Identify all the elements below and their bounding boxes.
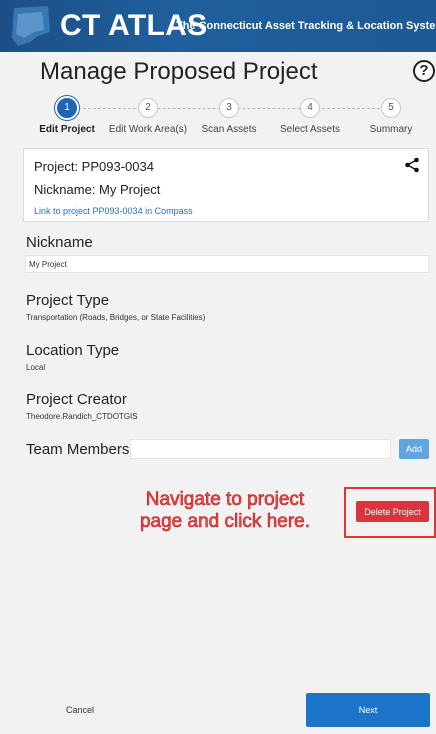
step-scan-assets[interactable]: 3 Scan Assets [184,98,274,135]
instruction-annotation: Navigate to project page and click here. [120,489,330,533]
step-label: Summary [369,124,413,135]
step-label: Scan Assets [201,124,257,135]
team-members-input[interactable] [130,439,391,459]
next-button[interactable]: Next [306,693,430,727]
compass-project-link[interactable]: Link to project PP093-0034 in Compass [34,206,193,216]
step-edit-project[interactable]: 1 Edit Project [22,98,112,135]
app-header: CT ATLAS The Connecticut Asset Tracking … [0,0,436,52]
help-icon[interactable]: ? [413,60,435,82]
step-number: 5 [381,98,401,118]
team-members-label: Team Members [26,441,130,458]
wizard-stepper: 1 Edit Project 2 Edit Work Area(s) 3 Sca… [0,98,436,140]
step-label: Edit Work Area(s) [108,124,188,135]
app-subtitle: The Connecticut Asset Tracking & Locatio… [176,20,436,32]
delete-project-button[interactable]: Delete Project [356,501,429,522]
add-team-member-button[interactable]: Add [399,439,429,459]
step-number: 4 [300,98,320,118]
project-type-label: Project Type [26,292,110,309]
cancel-button[interactable]: Cancel [40,699,120,721]
project-creator-label: Project Creator [26,391,127,408]
step-summary[interactable]: 5 Summary [346,98,436,135]
location-type-label: Location Type [26,342,120,359]
page-title: Manage Proposed Project [40,58,318,85]
nickname-input[interactable] [25,255,429,273]
step-label: Select Assets [279,124,341,135]
share-icon[interactable] [404,157,420,173]
step-edit-work-areas[interactable]: 2 Edit Work Area(s) [103,98,193,135]
nickname-label: Nickname [26,234,93,251]
project-summary-card: Project: PP093-0034 Nickname: My Project… [23,148,429,222]
project-nickname: Nickname: My Project [34,182,161,197]
step-number: 2 [138,98,158,118]
project-type-value: Transportation (Roads, Bridges, or State… [26,313,206,322]
step-select-assets[interactable]: 4 Select Assets [265,98,355,135]
project-id: Project: PP093-0034 [34,159,154,174]
annotation-line-1: Navigate to project [145,489,305,511]
location-type-value: Local [26,363,46,372]
connecticut-map-logo-icon [12,6,50,46]
project-creator-value: Theodore.Randich_CTDOTGIS [26,412,138,421]
step-label: Edit Project [39,124,95,135]
step-number: 3 [219,98,239,118]
step-number: 1 [57,98,77,118]
annotation-line-2: page and click here. [139,511,311,533]
